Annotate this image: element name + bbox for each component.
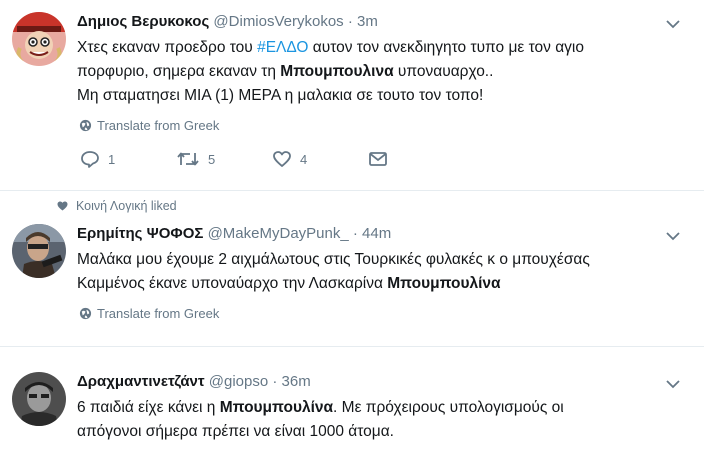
- text-segment: 6 παιδιά είχε κάνει η: [77, 399, 220, 416]
- like-button[interactable]: 4: [272, 150, 307, 168]
- reply-button[interactable]: 1: [80, 150, 115, 168]
- user-handle[interactable]: @giopso: [209, 373, 268, 390]
- bold-keyword: Μπουμπουλίνα: [219, 399, 334, 416]
- retweet-button[interactable]: 5: [176, 150, 215, 168]
- translate-link[interactable]: Translate from Greek: [79, 306, 219, 321]
- reply-icon: [81, 151, 99, 168]
- bold-keyword: Μπουμπουλινα: [280, 63, 394, 80]
- text-segment: αυτον τον ανεκδιηγητο τυπο με τον αγιο: [308, 39, 584, 56]
- text-segment: Καμμένος έκανε υποναύαρχο την Λασκαρίνα: [77, 275, 388, 292]
- avatar[interactable]: [12, 12, 66, 66]
- chevron-down-icon[interactable]: [664, 227, 682, 245]
- tweet-2[interactable]: Ερημίτης ΨΟΦΟΣ @MakeMyDayPunk_ · 44m Μαλ…: [0, 190, 704, 342]
- text-segment: υποναυαρχο..: [393, 63, 494, 80]
- retweet-count: 5: [208, 151, 216, 167]
- display-name[interactable]: Δημιος Βερυκοκος: [77, 13, 209, 30]
- timestamp[interactable]: 36m: [282, 373, 311, 390]
- globe-icon: [79, 119, 92, 132]
- globe-icon: [79, 307, 92, 320]
- reply-count: 1: [108, 151, 116, 167]
- separator-dot: ·: [272, 373, 278, 390]
- user-handle[interactable]: @MakeMyDayPunk_: [208, 225, 349, 242]
- separator-dot: ·: [347, 13, 353, 30]
- tweet-text: 6 παιδιά είχε κάνει η Μπουμπουλίνα. Με π…: [77, 396, 687, 444]
- tweet-header: Ερημίτης ΨΟΦΟΣ @MakeMyDayPunk_ · 44m: [77, 224, 391, 244]
- tweet-text: Χτες εκαναν προεδρο του #ΕΛΔΟ αυτον τον …: [77, 36, 687, 108]
- tweet-header: Δραχμαντινετζάντ @giopso · 36m: [77, 372, 311, 392]
- chevron-down-icon[interactable]: [664, 375, 682, 393]
- display-name[interactable]: Δραχμαντινετζάντ: [77, 373, 205, 390]
- tweet-line: Καμμένος έκανε υποναύαρχο την Λασκαρίνα …: [77, 272, 687, 296]
- translate-label[interactable]: Translate from Greek: [97, 306, 219, 321]
- like-icon: [273, 151, 291, 167]
- text-segment: πορφυριο, σημερα εκαναν τη: [77, 63, 281, 80]
- tweet-text: Μαλάκα μου έχουμε 2 αιχμάλωτους στις Του…: [77, 248, 687, 296]
- text-segment: . Με πρόχειρους υπολογισμούς οι: [333, 399, 564, 416]
- translate-link[interactable]: Translate from Greek: [79, 118, 219, 133]
- tweet-3[interactable]: Δραχμαντινετζάντ @giopso · 36m 6 παιδιά …: [0, 346, 704, 455]
- text-segment: Χτες εκαναν προεδρο του: [77, 39, 258, 56]
- hashtag-link[interactable]: #ΕΛΔΟ: [257, 39, 308, 56]
- message-button[interactable]: [368, 150, 388, 168]
- tweet-line: Χτες εκαναν προεδρο του #ΕΛΔΟ αυτον τον …: [77, 36, 687, 60]
- user-handle[interactable]: @DimiosVerykokos: [213, 13, 343, 30]
- like-count: 4: [300, 151, 308, 167]
- chevron-down-icon[interactable]: [664, 15, 682, 33]
- separator-dot: ·: [352, 225, 358, 242]
- bold-keyword: Μπουμπουλίνα: [387, 275, 501, 292]
- timestamp[interactable]: 44m: [362, 225, 391, 242]
- tweet-line: απόγονοι σήμερα πρέπει να είναι 1000 άτο…: [77, 423, 394, 440]
- tweet-line: Μη σταματησει ΜΙΑ (1) ΜΕΡΑ η μαλακια σε …: [77, 87, 484, 104]
- retweet-icon: [177, 152, 199, 166]
- translate-label[interactable]: Translate from Greek: [97, 118, 219, 133]
- tweet-header: Δημιος Βερυκοκος @DimiosVerykokos · 3m: [77, 12, 378, 32]
- tweet-1[interactable]: Δημιος Βερυκοκος @DimiosVerykokos · 3m Χ…: [0, 0, 704, 192]
- tweet-line: 6 παιδιά είχε κάνει η Μπουμπουλίνα. Με π…: [77, 396, 687, 420]
- avatar[interactable]: [12, 224, 66, 278]
- tweet-line: πορφυριο, σημερα εκαναν τη Μπουμπουλινα …: [77, 60, 687, 84]
- tweet-line: Μαλάκα μου έχουμε 2 αιχμάλωτους στις Του…: [77, 251, 590, 268]
- message-icon: [369, 152, 387, 166]
- display-name[interactable]: Ερημίτης ΨΟΦΟΣ: [77, 225, 203, 242]
- timestamp[interactable]: 3m: [357, 13, 378, 30]
- avatar[interactable]: [12, 372, 66, 426]
